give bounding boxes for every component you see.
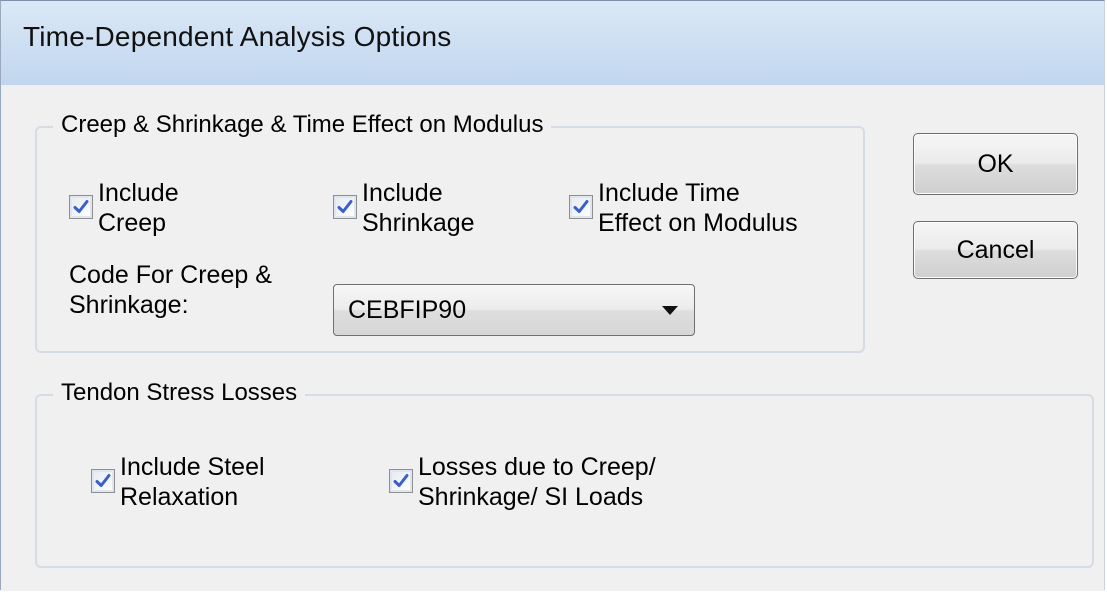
losses-due-to-creep-checkbox[interactable]: Losses due to Creep/ Shrinkage/ SI Loads: [389, 452, 656, 512]
dialog-title: Time-Dependent Analysis Options: [23, 21, 452, 52]
include-steel-relaxation-checkbox[interactable]: Include Steel Relaxation: [91, 452, 265, 512]
include-creep-label: Include Creep: [98, 179, 179, 237]
checkbox-box[interactable]: [91, 469, 115, 493]
time-dependent-analysis-dialog: Time-Dependent Analysis Options Creep & …: [0, 0, 1105, 591]
include-creep-checkbox[interactable]: Include Creep: [69, 178, 179, 238]
check-mark-icon: [95, 474, 111, 487]
checkbox-box[interactable]: [333, 195, 357, 219]
ok-button[interactable]: OK: [913, 133, 1078, 195]
creep-shrinkage-group-title: Creep & Shrinkage & Time Effect on Modul…: [53, 111, 552, 139]
checkbox-box[interactable]: [69, 195, 93, 219]
losses-due-to-creep-label: Losses due to Creep/ Shrinkage/ SI Loads: [418, 453, 656, 511]
checkbox-box[interactable]: [389, 469, 413, 493]
creep-shrinkage-groupbox: Creep & Shrinkage & Time Effect on Modul…: [35, 111, 865, 353]
include-steel-relaxation-label: Include Steel Relaxation: [120, 453, 265, 511]
tendon-stress-losses-groupbox: Tendon Stress Losses Include Steel Relax…: [35, 379, 1094, 568]
check-mark-icon: [573, 200, 589, 213]
cancel-button[interactable]: Cancel: [913, 221, 1078, 279]
check-mark-icon: [393, 474, 409, 487]
tendon-stress-losses-group-title: Tendon Stress Losses: [53, 379, 306, 407]
code-for-creep-shrinkage-dropdown[interactable]: CEBFIP90: [333, 284, 695, 336]
include-shrinkage-label: Include Shrinkage: [362, 179, 475, 237]
include-time-effect-checkbox[interactable]: Include Time Effect on Modulus: [569, 178, 798, 238]
check-mark-icon: [73, 200, 89, 213]
code-for-creep-shrinkage-label: Code For Creep & Shrinkage:: [69, 261, 272, 319]
include-time-effect-label: Include Time Effect on Modulus: [598, 179, 798, 237]
include-shrinkage-checkbox[interactable]: Include Shrinkage: [333, 178, 475, 238]
checkbox-box[interactable]: [569, 195, 593, 219]
dropdown-selected-value: CEBFIP90: [348, 296, 467, 324]
dialog-client-area: Creep & Shrinkage & Time Effect on Modul…: [1, 85, 1104, 591]
title-bar[interactable]: Time-Dependent Analysis Options: [1, 1, 1104, 85]
chevron-down-icon[interactable]: [662, 306, 678, 315]
check-mark-icon: [337, 200, 353, 213]
